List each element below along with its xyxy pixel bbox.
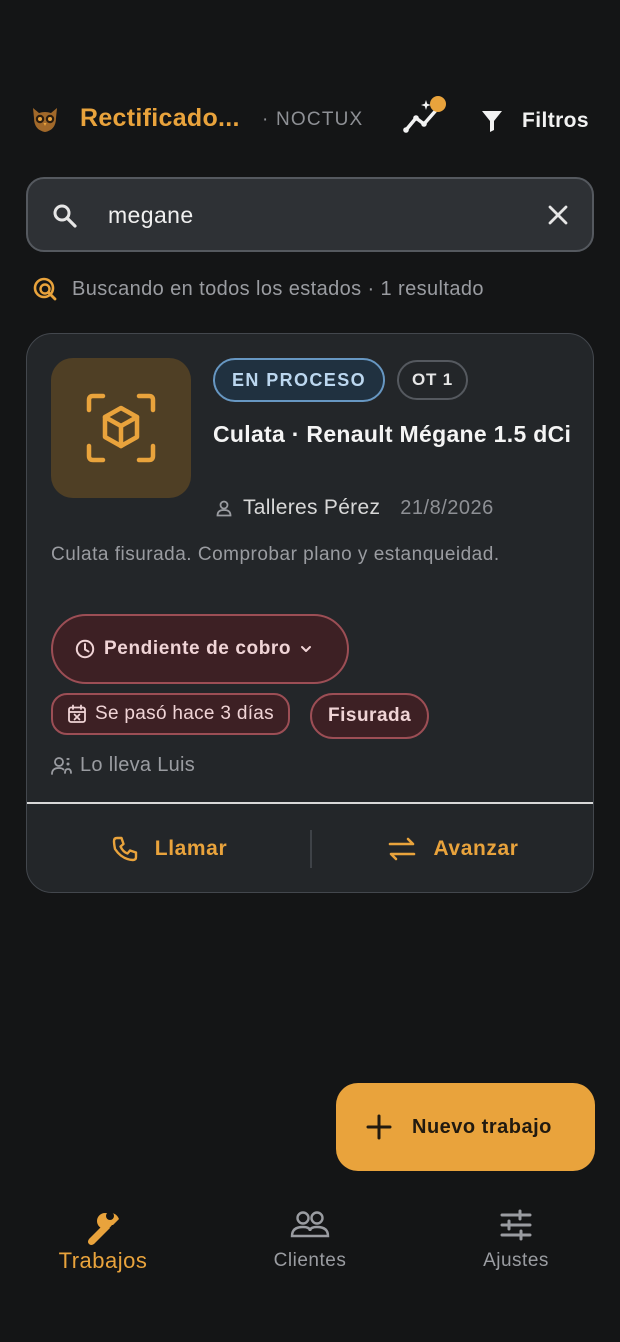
search-status-text: Buscando en todos los estados · 1 result… — [72, 277, 484, 300]
chevron-down-icon — [301, 646, 312, 652]
plus-icon — [366, 1114, 392, 1140]
search-icon — [53, 204, 77, 228]
payment-status-dropdown[interactable]: Pendiente de cobro — [51, 614, 349, 684]
calendar-x-icon — [68, 704, 86, 723]
nav-item-ajustes[interactable]: Ajustes — [413, 1195, 619, 1295]
payment-status-label: Pendiente de cobro — [104, 638, 292, 659]
search-all-icon — [33, 277, 57, 301]
swap-arrows-icon — [389, 837, 416, 861]
client-name: Talleres Pérez — [243, 496, 381, 519]
app-header: Rectificado... · NOCTUX Filtros — [0, 90, 620, 150]
job-date: 21/8/2026 — [400, 496, 494, 519]
wrench-icon — [88, 1212, 119, 1245]
filters-button[interactable]: Filtros — [480, 104, 589, 138]
person-icon — [216, 500, 232, 517]
notification-dot — [430, 96, 446, 112]
new-job-label: Nuevo trabajo — [412, 1115, 552, 1138]
part-3d-icon — [86, 393, 156, 463]
job-description: Culata fisurada. Comprobar plano y estan… — [51, 544, 500, 565]
app-title: Rectificado... — [80, 104, 240, 132]
nav-label-clientes: Clientes — [273, 1250, 347, 1271]
nav-label-trabajos: Trabajos — [58, 1248, 148, 1273]
filter-icon — [482, 111, 502, 132]
defect-tag: Fisurada — [310, 693, 430, 739]
job-thumbnail — [51, 358, 191, 498]
people-icon — [290, 1211, 330, 1238]
bottom-nav: Trabajos Clientes Ajustes — [0, 1195, 620, 1315]
work-order-badge: OT 1 — [397, 360, 468, 400]
brand-tag: · NOCTUX — [262, 109, 364, 130]
assignee-text: Lo lleva Luis — [80, 754, 196, 776]
nav-item-clientes[interactable]: Clientes — [207, 1195, 413, 1295]
advance-button[interactable]: Avanzar — [311, 804, 593, 892]
search-status: Buscando en todos los estados · 1 result… — [32, 276, 484, 302]
job-meta: Talleres Pérez 21/8/2026 — [215, 496, 494, 520]
overdue-chip: Se pasó hace 3 días — [51, 693, 290, 735]
search-bar[interactable] — [26, 177, 594, 252]
assignee: Lo lleva Luis — [51, 754, 195, 777]
call-button[interactable]: Llamar — [27, 804, 311, 892]
owl-logo-icon — [33, 108, 57, 132]
phone-icon — [112, 836, 137, 862]
nav-item-trabajos[interactable]: Trabajos — [0, 1195, 206, 1295]
new-job-button[interactable]: Nuevo trabajo — [336, 1083, 595, 1171]
search-input[interactable] — [108, 197, 528, 233]
call-label: Llamar — [154, 837, 228, 860]
close-icon[interactable] — [546, 203, 570, 227]
job-card[interactable]: EN PROCESO OT 1 Culata · Renault Mégane … — [26, 333, 594, 893]
filters-label: Filtros — [522, 109, 589, 132]
job-title: Culata · Renault Mégane 1.5 dCi — [213, 421, 572, 447]
sliders-icon — [500, 1209, 532, 1241]
nav-label-ajustes: Ajustes — [483, 1250, 549, 1271]
clock-icon — [75, 639, 95, 659]
assign-person-icon — [51, 756, 72, 775]
advance-label: Avanzar — [433, 837, 519, 860]
status-badge: EN PROCESO — [213, 358, 386, 402]
overdue-text: Se pasó hace 3 días — [95, 703, 274, 724]
